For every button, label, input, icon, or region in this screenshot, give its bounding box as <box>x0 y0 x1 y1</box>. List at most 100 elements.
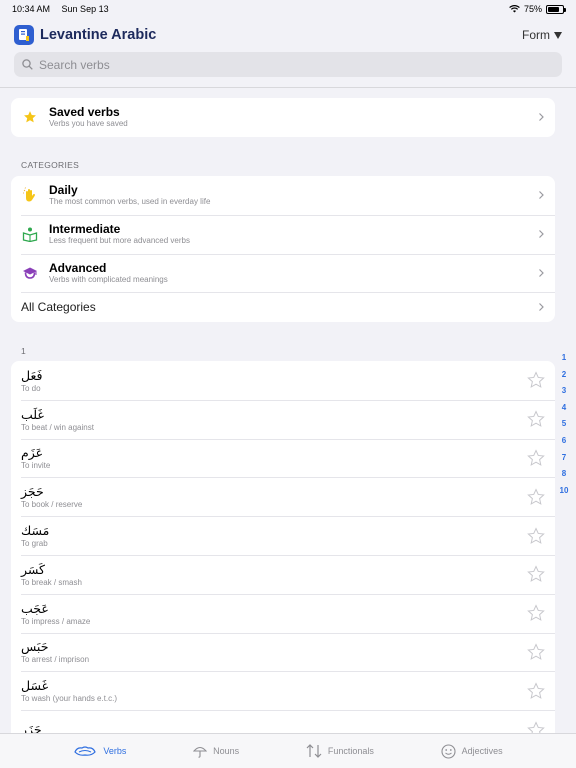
tab-label: Nouns <box>213 746 240 756</box>
category-title: Advanced <box>49 260 107 275</box>
verb-text: عَجَب To impress / amaze <box>21 600 527 627</box>
tab-label: Adjectives <box>461 746 503 756</box>
verb-translation: To do <box>21 383 41 393</box>
categories-card: Daily The most common verbs, used in eve… <box>11 176 555 323</box>
star-outline-icon[interactable] <box>527 720 545 733</box>
category-row-advanced[interactable]: Advanced Verbs with complicated meanings <box>11 253 555 293</box>
index-item[interactable]: 10 <box>560 483 569 500</box>
all-categories-row[interactable]: All Categories <box>11 292 555 322</box>
battery-icon <box>546 4 566 14</box>
verb-arabic: غَسَل <box>21 678 49 694</box>
saved-verbs-subtitle: Verbs you have saved <box>49 119 128 129</box>
status-time: 10:34 AM <box>12 4 51 14</box>
verb-arabic: حَبَس <box>21 639 49 655</box>
star-outline-icon[interactable] <box>527 565 545 583</box>
saved-verbs-title: Saved verbs <box>49 105 120 120</box>
verb-row[interactable]: غَسَل To wash (your hands e.t.c.) <box>11 671 555 710</box>
index-item[interactable]: 5 <box>562 416 566 433</box>
chevron-right-icon <box>539 303 544 312</box>
index-item[interactable]: 4 <box>562 400 566 417</box>
verb-arabic: حَزَر <box>21 722 42 733</box>
saved-verbs-row[interactable]: Saved verbs Verbs you have saved <box>11 98 555 137</box>
categories-section-label: CATEGORIES <box>21 160 80 170</box>
verb-translation: To break / smash <box>21 577 82 587</box>
verb-arabic: عَجَب <box>21 600 49 616</box>
graduation-head-icon <box>21 264 39 282</box>
star-outline-icon[interactable] <box>527 488 545 506</box>
saved-verbs-card: Saved verbs Verbs you have saved <box>11 98 555 137</box>
tab-adjectives[interactable]: Adjectives <box>441 743 503 759</box>
verb-text: كَسَر To break / smash <box>21 561 527 588</box>
star-outline-icon[interactable] <box>527 526 545 545</box>
category-subtitle: Verbs with complicated meanings <box>49 274 168 284</box>
triangle-down-icon <box>554 31 562 39</box>
search-icon <box>22 59 33 70</box>
index-item[interactable]: 7 <box>562 450 566 467</box>
index-item[interactable]: 8 <box>562 466 566 483</box>
verb-row[interactable]: فَعَل To do <box>11 361 555 400</box>
tab-verbs[interactable]: Verbs <box>73 744 126 758</box>
star-outline-icon[interactable] <box>527 643 545 661</box>
star-outline-icon[interactable] <box>527 449 545 467</box>
chevron-right-icon <box>539 269 544 277</box>
star-outline-icon[interactable] <box>527 604 545 622</box>
verb-text: مَسَك To grab <box>21 522 527 549</box>
reading-book-icon <box>21 225 39 243</box>
form-menu-button[interactable]: Form <box>522 28 562 42</box>
verb-row[interactable]: عَجَب To impress / amaze <box>11 593 555 633</box>
verb-text: غَلَب To beat / win against <box>21 406 527 433</box>
verbs-section-label: 1 <box>21 346 27 356</box>
page-title: Levantine Arabic <box>40 27 157 43</box>
status-left: 10:34 AM Sun Sep 13 <box>12 4 118 14</box>
tab-label: Functionals <box>327 746 374 756</box>
verb-row[interactable]: عَزَم To invite <box>11 438 555 478</box>
section-index[interactable]: 1 2 3 4 5 6 7 8 10 <box>557 350 571 499</box>
app-title: Levantine Arabic <box>14 25 156 45</box>
verbs-tab-icon <box>74 746 97 756</box>
chevron-right-icon <box>539 191 544 200</box>
verb-row[interactable]: غَلَب To beat / win against <box>11 399 555 439</box>
status-bar: 10:34 AM Sun Sep 13 75% <box>0 0 576 18</box>
verb-arabic: كَسَر <box>21 561 45 577</box>
index-item[interactable]: 2 <box>562 367 566 384</box>
search-bar[interactable] <box>14 52 562 77</box>
verb-row[interactable]: حَبَس To arrest / imprison <box>11 632 555 672</box>
verb-row[interactable]: حَجَز To book / reserve <box>11 477 555 516</box>
index-item[interactable]: 3 <box>562 383 566 400</box>
verb-row[interactable]: حَزَر <box>11 710 555 733</box>
verb-text: غَسَل To wash (your hands e.t.c.) <box>21 677 527 704</box>
verb-row[interactable]: كَسَر To break / smash <box>11 554 555 594</box>
verb-arabic: فَعَل <box>21 367 43 383</box>
battery-fill <box>548 6 559 12</box>
category-subtitle: The most common verbs, used in everday l… <box>49 197 211 207</box>
star-outline-icon[interactable] <box>527 682 545 700</box>
verb-arabic: عَزَم <box>21 445 44 461</box>
umbrella-icon <box>193 746 208 758</box>
verb-text: حَجَز To book / reserve <box>21 483 527 510</box>
search-input[interactable] <box>39 57 539 72</box>
battery-percent: 75% <box>523 4 542 14</box>
tab-bar: Verbs Nouns Functionals Adjectives <box>0 733 576 768</box>
tab-nouns[interactable]: Nouns <box>193 744 239 758</box>
verb-translation: To beat / win against <box>21 422 94 432</box>
verb-translation: To impress / amaze <box>21 616 91 626</box>
category-row-intermediate[interactable]: Intermediate Less frequent but more adva… <box>11 214 555 254</box>
index-item[interactable]: 1 <box>562 350 566 367</box>
form-label: Form <box>522 28 550 42</box>
wifi-icon <box>509 5 520 13</box>
index-item[interactable]: 6 <box>562 433 566 450</box>
verb-translation: To wash (your hands e.t.c.) <box>21 694 118 704</box>
verb-arabic: حَجَز <box>21 484 44 500</box>
nav-bar: Levantine Arabic Form <box>0 22 576 48</box>
swap-arrows-icon <box>306 744 322 758</box>
tab-functionals[interactable]: Functionals <box>306 744 374 758</box>
chevron-right-icon <box>539 230 544 239</box>
category-text: Advanced Verbs with complicated meanings <box>49 261 537 285</box>
verb-row[interactable]: مَسَك To grab <box>11 516 555 555</box>
star-outline-icon[interactable] <box>527 371 545 389</box>
category-row-daily[interactable]: Daily The most common verbs, used in eve… <box>11 176 555 215</box>
category-subtitle: Less frequent but more advanced verbs <box>49 236 190 246</box>
saved-verbs-text: Saved verbs Verbs you have saved <box>49 105 537 129</box>
star-outline-icon[interactable] <box>527 410 545 428</box>
verb-translation: To invite <box>21 461 51 471</box>
